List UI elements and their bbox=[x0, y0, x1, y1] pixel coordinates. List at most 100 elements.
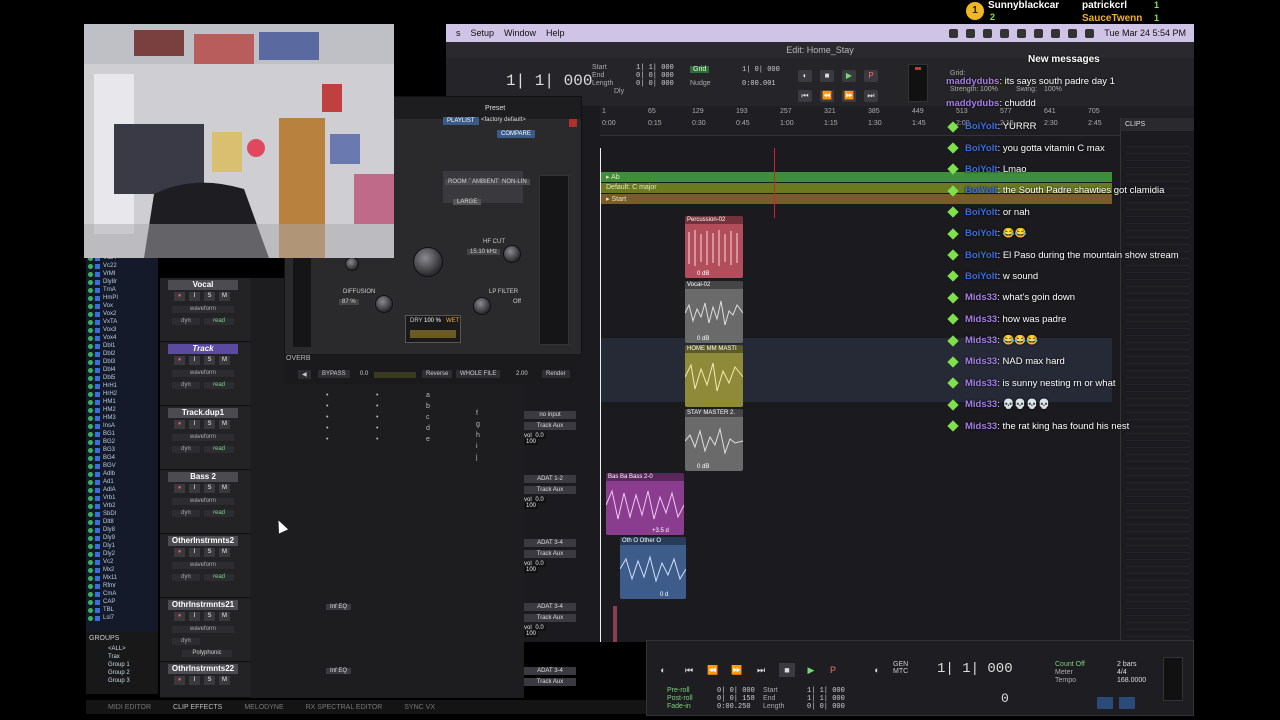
playlist-button[interactable]: PLAYLIST bbox=[443, 117, 479, 125]
track-visible-icon[interactable] bbox=[88, 543, 93, 549]
hf-cut-knob[interactable] bbox=[503, 245, 521, 263]
track-visible-icon[interactable] bbox=[88, 335, 93, 341]
input-monitor-button[interactable]: I bbox=[189, 420, 200, 429]
dyn-button[interactable]: dyn bbox=[172, 574, 200, 581]
track-name[interactable]: OtherInstrmnts2 bbox=[168, 536, 238, 546]
record-enable-button[interactable]: ● bbox=[174, 484, 185, 493]
track-header-othrinstrmnts21[interactable]: OthrInstrmnts21 ● I S M waveform dyn Polyph… bbox=[160, 598, 250, 662]
control-center-icon[interactable] bbox=[1085, 28, 1095, 38]
track-name[interactable]: OthrInstrmnts21 bbox=[168, 600, 238, 610]
track-visible-icon[interactable] bbox=[88, 551, 93, 557]
loop-icon[interactable]: ◐ bbox=[869, 663, 885, 677]
bypass-button[interactable]: BYPASS bbox=[318, 370, 350, 378]
track-visible-icon[interactable] bbox=[88, 375, 93, 381]
wifi-icon[interactable] bbox=[1051, 28, 1061, 38]
track-visible-icon[interactable] bbox=[88, 399, 93, 405]
menu-item-window[interactable]: Window bbox=[504, 28, 536, 38]
track-list-item[interactable]: Dbl4 bbox=[86, 366, 158, 374]
output-selector[interactable]: Track Aux bbox=[524, 486, 576, 494]
track-visible-icon[interactable] bbox=[88, 599, 93, 605]
mute-button[interactable]: M bbox=[219, 356, 230, 365]
group-item[interactable]: Group 2 bbox=[108, 669, 158, 677]
input-monitor-button[interactable]: I bbox=[189, 548, 200, 557]
track-view-selector[interactable]: waveform bbox=[172, 306, 234, 313]
input-selector[interactable]: ADAT 3-4 bbox=[524, 603, 576, 611]
track-visible-icon[interactable] bbox=[88, 383, 93, 389]
status-icon[interactable] bbox=[1000, 28, 1010, 38]
transport-sub-counter[interactable]: 0 bbox=[1001, 691, 1009, 706]
track-visible-icon[interactable] bbox=[88, 319, 93, 325]
track-visible-icon[interactable] bbox=[88, 607, 93, 613]
tab-rx-spectral-editor[interactable]: RX SPECTRAL EDITOR bbox=[306, 704, 383, 711]
track-header-track-dup1[interactable]: Track.dup1 ● I S M waveform dyn read bbox=[160, 406, 250, 470]
dyn-button[interactable]: dyn bbox=[172, 510, 200, 517]
automation-mode[interactable]: Polyphonic bbox=[182, 650, 232, 657]
clip-vocal[interactable]: Vocal-02 0 dB bbox=[685, 281, 743, 343]
track-list-item[interactable]: Dly1 bbox=[86, 542, 158, 550]
input-selector[interactable]: no input bbox=[524, 411, 576, 419]
track-list-item[interactable]: HM2 bbox=[86, 406, 158, 414]
group-item[interactable]: Trax bbox=[108, 653, 158, 661]
menubar-clock[interactable]: Tue Mar 24 5:54 PM bbox=[1104, 28, 1186, 38]
stop-button[interactable]: ■ bbox=[820, 70, 834, 82]
dyn-button[interactable]: dyn bbox=[172, 382, 200, 389]
grid-value[interactable]: 1| 0| 000 bbox=[742, 66, 780, 74]
grid-button[interactable]: Grid bbox=[690, 66, 710, 73]
length-value[interactable]: 0| 0| 000 bbox=[807, 703, 845, 711]
track-name[interactable]: Bass 2 bbox=[168, 472, 238, 482]
clip-home-master[interactable]: HOME MM MASTI bbox=[685, 345, 743, 407]
insert-column[interactable]: • • • • • bbox=[376, 390, 378, 445]
track-visible-icon[interactable] bbox=[88, 423, 93, 429]
track-list-item[interactable]: Dly9 bbox=[86, 534, 158, 542]
nudge-value[interactable]: 0:00.001 bbox=[742, 80, 776, 88]
lp-filter-value[interactable]: Off bbox=[513, 299, 521, 305]
reverse-button[interactable]: Reverse bbox=[422, 370, 453, 378]
ambient-button[interactable]: AMBIENT bbox=[469, 179, 502, 185]
track-list-item[interactable]: Mx11 bbox=[86, 574, 158, 582]
meter-value[interactable]: 4/4 bbox=[1117, 669, 1146, 677]
preroll-label[interactable]: Pre-roll bbox=[667, 687, 693, 695]
clip-percussion[interactable]: Percussion-02 0 dB bbox=[685, 216, 743, 278]
start-value[interactable]: 1| 1| 000 bbox=[636, 64, 674, 72]
input-monitor-button[interactable]: I bbox=[189, 292, 200, 301]
dly-label[interactable]: Dly bbox=[614, 88, 624, 95]
group-item[interactable]: Group 3 bbox=[108, 677, 158, 685]
mix-value[interactable]: 100 % bbox=[424, 318, 441, 324]
track-view-selector[interactable]: waveform bbox=[172, 626, 234, 633]
track-visible-icon[interactable] bbox=[88, 463, 93, 469]
tab-melodyne[interactable]: MELODYNE bbox=[244, 704, 283, 711]
record-enable-button[interactable]: ● bbox=[174, 420, 185, 429]
track-visible-icon[interactable] bbox=[88, 591, 93, 597]
fadein-label[interactable]: Fade-in bbox=[667, 703, 693, 711]
send-slot[interactable]: b bbox=[426, 401, 430, 412]
track-visible-icon[interactable] bbox=[88, 303, 93, 309]
input-monitor-button[interactable]: I bbox=[189, 484, 200, 493]
count-off-button[interactable]: Count Off bbox=[1055, 661, 1085, 669]
track-list-item[interactable]: TrnA bbox=[86, 286, 158, 294]
wait-for-note-icon[interactable] bbox=[1119, 697, 1135, 709]
track-list-item[interactable]: Vrb2 bbox=[86, 502, 158, 510]
track-list-item[interactable]: Dly8r bbox=[86, 278, 158, 286]
track-view-selector[interactable]: waveform bbox=[172, 498, 234, 505]
render-handle-value[interactable]: 2.00 bbox=[516, 371, 528, 377]
preset-selector[interactable]: <factory default> bbox=[481, 117, 526, 123]
track-list-item[interactable]: Vox3 bbox=[86, 326, 158, 334]
send-slot[interactable]: g bbox=[476, 419, 480, 430]
solo-button[interactable]: S bbox=[204, 484, 215, 493]
track-visible-icon[interactable] bbox=[88, 367, 93, 373]
record-enable-button[interactable]: ● bbox=[174, 612, 185, 621]
track-list-item[interactable]: InsA bbox=[86, 422, 158, 430]
track-visible-icon[interactable] bbox=[88, 287, 93, 293]
status-icon[interactable] bbox=[966, 28, 976, 38]
track-view-selector[interactable]: waveform bbox=[172, 370, 234, 377]
automation-mode[interactable]: read bbox=[204, 574, 234, 581]
track-list-item[interactable]: HmPI bbox=[86, 294, 158, 302]
track-list-item[interactable]: SbDl bbox=[86, 510, 158, 518]
automation-mode[interactable]: read bbox=[204, 510, 234, 517]
track-list-item[interactable]: VxTA bbox=[86, 318, 158, 326]
track-list-item[interactable]: CAP bbox=[86, 598, 158, 606]
record-enable-button[interactable]: ● bbox=[174, 676, 185, 685]
search-icon[interactable] bbox=[1068, 28, 1078, 38]
send-slot[interactable]: j bbox=[476, 452, 480, 463]
go-start-button[interactable]: ⏮ bbox=[681, 663, 697, 677]
